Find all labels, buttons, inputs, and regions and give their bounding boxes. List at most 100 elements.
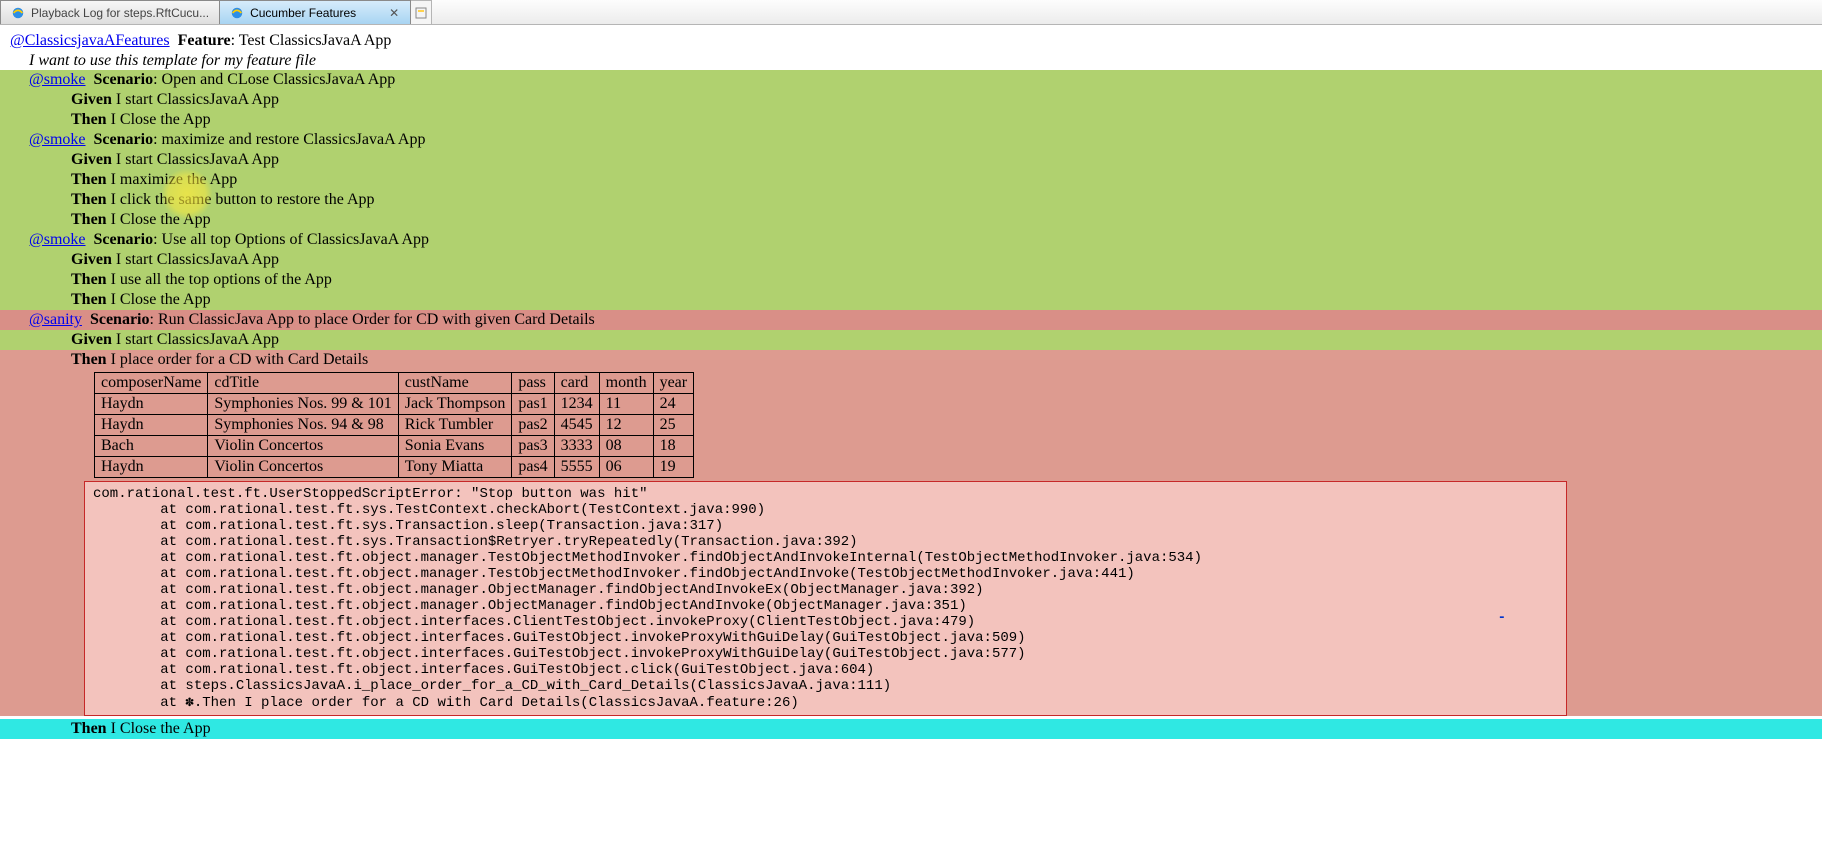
step-keyword: Given (71, 331, 112, 348)
scenario-title: Open and CLose ClassicsJavaA App (162, 71, 396, 88)
table-cell: Haydn (95, 457, 208, 478)
table-cell: 06 (599, 457, 653, 478)
table-header: composerName (95, 373, 208, 394)
feature-tag-link[interactable]: @ClassicsjavaAFeatures (10, 32, 170, 49)
tab-playback-log[interactable]: Playback Log for steps.RftCucu... (0, 0, 220, 24)
table-cell: 25 (653, 415, 694, 436)
table-cell: 3333 (554, 436, 599, 457)
step-row: Then I Close the App (10, 210, 1812, 230)
table-cell: pas1 (512, 394, 554, 415)
step-text: I start ClassicsJavaA App (116, 91, 279, 108)
step-text: I start ClassicsJavaA App (116, 151, 279, 168)
step-row: Then I use all the top options of the Ap… (10, 270, 1812, 290)
step-text: I Close the App (111, 111, 211, 128)
feature-header: @ClassicsjavaAFeatures Feature: Test Cla… (10, 30, 1812, 52)
step-row-fail: Then I place order for a CD with Card De… (0, 350, 1822, 716)
tab-bar: Playback Log for steps.RftCucu... Cucumb… (0, 0, 1822, 25)
step-row: Given I start ClassicsJavaA App (10, 150, 1812, 170)
step-text: I start ClassicsJavaA App (116, 331, 279, 348)
scenario-keyword: Scenario (94, 71, 154, 88)
scenario-tag-link[interactable]: @smoke (29, 231, 86, 248)
table-cell: pas4 (512, 457, 554, 478)
step-row: Then I click the same button to restore … (10, 190, 1812, 210)
step-keyword: Given (71, 151, 112, 168)
scenario-failing: @sanity Scenario: Run ClassicJava App to… (0, 310, 1822, 330)
step-keyword: Then (71, 111, 107, 128)
tab-cucumber-features[interactable]: Cucumber Features ✕ (219, 0, 411, 24)
scenario-keyword: Scenario (94, 231, 154, 248)
step-text: I Close the App (111, 720, 211, 737)
step-row: Then I maximize the App (10, 170, 1812, 190)
table-cell: 19 (653, 457, 694, 478)
step-keyword: Given (71, 91, 112, 108)
data-table: composerNamecdTitlecustNamepasscardmonth… (94, 372, 694, 478)
step-keyword: Then (71, 720, 107, 737)
step-row-skipped: Then I Close the App (0, 719, 1822, 739)
step-text: I Close the App (111, 211, 211, 228)
step-row: Then I Close the App (10, 110, 1812, 130)
table-cell: 1234 (554, 394, 599, 415)
step-row: Given I start ClassicsJavaA App (10, 90, 1812, 110)
tab-label: Cucumber Features (250, 6, 356, 20)
table-header: cdTitle (208, 373, 398, 394)
feature-description: I want to use this template for my featu… (10, 52, 1812, 70)
feature-title: Test ClassicsJavaA App (239, 32, 392, 49)
table-cell: Tony Miatta (398, 457, 512, 478)
table-cell: Symphonies Nos. 99 & 101 (208, 394, 398, 415)
table-cell: Violin Concertos (208, 436, 398, 457)
table-cell: Sonia Evans (398, 436, 512, 457)
table-header: card (554, 373, 599, 394)
table-header: custName (398, 373, 512, 394)
new-tab-button[interactable] (410, 0, 432, 24)
table-cell: Rick Tumbler (398, 415, 512, 436)
step-text: I maximize the App (111, 171, 238, 188)
scenario-tag-link[interactable]: @smoke (29, 71, 86, 88)
step-row-pass: Given I start ClassicsJavaA App (0, 330, 1822, 350)
scenario-passing: @smoke Scenario: Use all top Options of … (0, 230, 1822, 310)
table-row: HaydnViolin ConcertosTony Miattapas45555… (95, 457, 694, 478)
table-cell: 24 (653, 394, 694, 415)
scenario-keyword: Scenario (90, 311, 150, 328)
table-cell: 12 (599, 415, 653, 436)
table-cell: 18 (653, 436, 694, 457)
scenario-passing: @smoke Scenario: Open and CLose Classics… (0, 70, 1822, 130)
step-keyword: Then (71, 211, 107, 228)
step-text: I start ClassicsJavaA App (116, 251, 279, 268)
step-keyword: Then (71, 291, 107, 308)
table-cell: pas2 (512, 415, 554, 436)
collapse-indicator[interactable]: - (1498, 610, 1506, 626)
close-icon[interactable]: ✕ (388, 7, 400, 19)
table-cell: Symphonies Nos. 94 & 98 (208, 415, 398, 436)
scenario-title: maximize and restore ClassicsJavaA App (162, 131, 426, 148)
report-content: @ClassicsjavaAFeatures Feature: Test Cla… (0, 25, 1822, 739)
ie-icon (230, 6, 244, 20)
step-keyword: Then (71, 191, 107, 208)
table-cell: Violin Concertos (208, 457, 398, 478)
table-cell: Bach (95, 436, 208, 457)
table-cell: 11 (599, 394, 653, 415)
step-row: Then I Close the App (10, 290, 1812, 310)
table-cell: pas3 (512, 436, 554, 457)
tab-label: Playback Log for steps.RftCucu... (31, 6, 209, 20)
table-row: BachViolin ConcertosSonia Evanspas333330… (95, 436, 694, 457)
table-header: year (653, 373, 694, 394)
table-row: HaydnSymphonies Nos. 99 & 101Jack Thomps… (95, 394, 694, 415)
step-keyword: Given (71, 251, 112, 268)
step-text: I place order for a CD with Card Details (111, 351, 369, 368)
scenario-title: Use all top Options of ClassicsJavaA App (162, 231, 430, 248)
table-cell: Haydn (95, 415, 208, 436)
step-text: I use all the top options of the App (111, 271, 332, 288)
table-header: pass (512, 373, 554, 394)
feature-keyword: Feature (178, 32, 231, 49)
step-row: Given I start ClassicsJavaA App (10, 250, 1812, 270)
scenario-passing: @smoke Scenario: maximize and restore Cl… (0, 130, 1822, 230)
table-header: month (599, 373, 653, 394)
scenario-tag-link[interactable]: @smoke (29, 131, 86, 148)
step-text: I Close the App (111, 291, 211, 308)
scenario-tag-link[interactable]: @sanity (29, 311, 82, 328)
step-keyword: Then (71, 351, 107, 368)
step-keyword: Then (71, 271, 107, 288)
table-cell: Haydn (95, 394, 208, 415)
scenario-title: Run ClassicJava App to place Order for C… (158, 311, 595, 328)
ie-icon (11, 6, 25, 20)
